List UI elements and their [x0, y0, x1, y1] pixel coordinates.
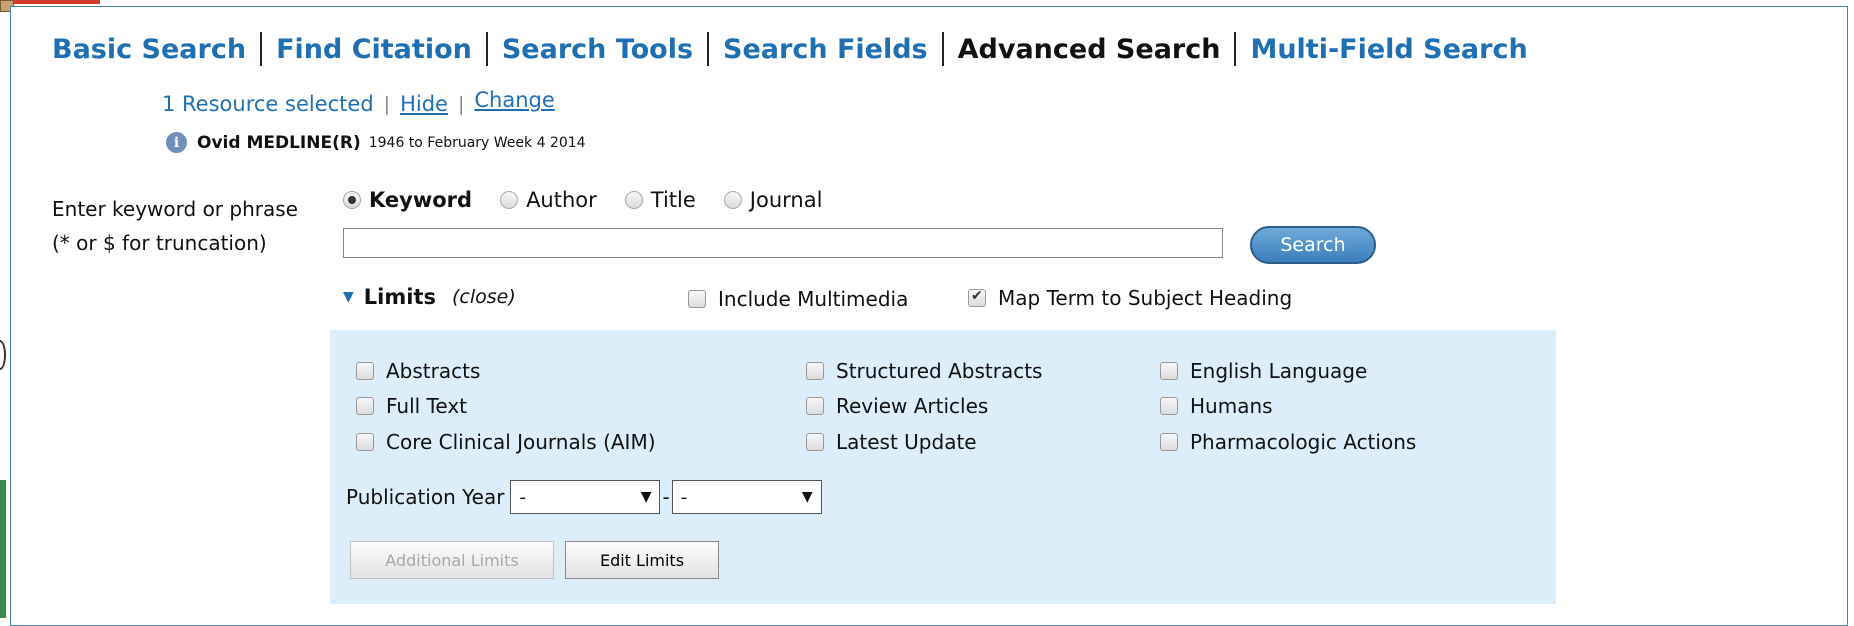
checkbox-icon[interactable]	[968, 288, 986, 307]
radio-label: Title	[650, 188, 696, 212]
limit-full-text[interactable]: Full Text	[356, 394, 467, 418]
limit-pharmacologic-actions[interactable]: Pharmacologic Actions	[1160, 430, 1416, 454]
resource-separator: |	[383, 93, 391, 115]
checkbox-label: Structured Abstracts	[836, 359, 1043, 383]
checkbox-icon[interactable]	[1160, 433, 1178, 451]
search-input[interactable]	[343, 228, 1223, 258]
left-window-edge-green	[0, 480, 6, 618]
resource-count: 1 Resource selected	[162, 92, 374, 116]
checkbox-icon[interactable]	[356, 397, 374, 415]
checkbox-label: Map Term to Subject Heading	[998, 286, 1293, 310]
radio-label: Journal	[749, 188, 823, 212]
tab-separator	[260, 32, 263, 66]
radio-button-icon[interactable]	[500, 191, 519, 209]
checkbox-label: Humans	[1190, 394, 1273, 418]
checkbox-icon[interactable]	[806, 433, 824, 451]
enter-keyword-label: Enter keyword or phrase	[52, 197, 298, 221]
tab-separator	[707, 32, 710, 66]
change-resource-link[interactable]: Change	[474, 88, 554, 112]
checkbox-label: Full Text	[386, 394, 468, 418]
checkbox-icon[interactable]	[688, 290, 706, 308]
checkbox-icon[interactable]	[1160, 397, 1178, 415]
tab-search-fields[interactable]: Search Fields	[723, 34, 928, 65]
search-mode-tabs: Basic Search Find Citation Search Tools …	[52, 30, 1528, 68]
year-from-value: -	[519, 486, 526, 508]
radio-button-icon[interactable]	[343, 191, 361, 209]
search-button[interactable]: Search	[1250, 226, 1376, 264]
checkbox-label: English Language	[1190, 359, 1368, 383]
resource-separator: |	[457, 93, 465, 115]
edit-limits-button[interactable]: Edit Limits	[565, 541, 719, 579]
checkbox-label: Include Multimedia	[718, 287, 909, 311]
radio-author[interactable]: Author	[500, 188, 597, 212]
search-instructions: Enter keyword or phrase (* or $ for trun…	[52, 192, 298, 260]
checkbox-label: Pharmacologic Actions	[1190, 430, 1417, 454]
include-multimedia-checkbox[interactable]: Include Multimedia	[688, 287, 908, 311]
database-info: i Ovid MEDLINE(R) 1946 to February Week …	[166, 132, 586, 153]
publication-year-row: Publication Year - ▼ - - ▼	[346, 480, 822, 514]
search-type-radios: Keyword Author Title Journal	[343, 188, 850, 212]
tab-basic-search[interactable]: Basic Search	[52, 34, 246, 65]
limit-core-clinical-journals[interactable]: Core Clinical Journals (AIM)	[356, 430, 656, 454]
resource-selection: 1 Resource selected | Hide | Change	[162, 88, 555, 116]
year-from-select[interactable]: - ▼	[510, 480, 661, 514]
limits-header: ▼ Limits (close)	[343, 285, 516, 309]
checkbox-icon[interactable]	[356, 433, 374, 451]
checkbox-icon[interactable]	[1160, 362, 1178, 380]
database-range: 1946 to February Week 4 2014	[368, 134, 586, 151]
limit-latest-update[interactable]: Latest Update	[806, 430, 977, 454]
additional-limits-button[interactable]: Additional Limits	[350, 541, 554, 579]
radio-label: Keyword	[369, 188, 473, 212]
dropdown-arrow-icon: ▼	[640, 489, 652, 505]
database-name: Ovid MEDLINE(R)	[197, 132, 361, 153]
year-to-select[interactable]: - ▼	[671, 480, 822, 514]
dropdown-arrow-icon: ▼	[801, 489, 813, 505]
year-to-value: -	[680, 486, 688, 508]
radio-button-icon[interactable]	[624, 191, 643, 209]
left-window-fragment	[0, 340, 6, 370]
tab-search-tools[interactable]: Search Tools	[502, 34, 693, 65]
radio-journal[interactable]: Journal	[723, 188, 823, 212]
limit-abstracts[interactable]: Abstracts	[356, 359, 480, 383]
checkbox-label: Review Articles	[836, 394, 989, 418]
truncation-hint: (* or $ for truncation)	[52, 231, 267, 255]
tab-find-citation[interactable]: Find Citation	[276, 34, 472, 65]
checkbox-icon[interactable]	[806, 362, 824, 380]
checkbox-icon[interactable]	[356, 362, 374, 380]
radio-keyword[interactable]: Keyword	[343, 188, 472, 212]
checkbox-label: Latest Update	[836, 430, 977, 454]
limit-structured-abstracts[interactable]: Structured Abstracts	[806, 359, 1042, 383]
radio-label: Author	[526, 188, 597, 212]
tab-separator	[941, 32, 944, 66]
tab-advanced-search[interactable]: Advanced Search	[958, 34, 1221, 65]
expand-triangle-icon[interactable]: ▼	[343, 289, 354, 305]
tab-multi-field-search[interactable]: Multi-Field Search	[1250, 34, 1527, 65]
tab-separator	[1234, 32, 1237, 66]
limits-title[interactable]: Limits	[364, 285, 436, 309]
checkbox-label: Abstracts	[386, 359, 481, 383]
info-icon[interactable]: i	[166, 132, 187, 153]
year-range-separator: -	[662, 485, 670, 509]
hide-resource-link[interactable]: Hide	[400, 92, 448, 116]
radio-button-icon[interactable]	[723, 191, 742, 209]
publication-year-label: Publication Year	[346, 485, 505, 509]
limits-close-link[interactable]: (close)	[452, 286, 516, 308]
limit-english-language[interactable]: English Language	[1160, 359, 1367, 383]
checkbox-icon[interactable]	[806, 397, 824, 415]
left-window-edge-red	[14, 0, 100, 4]
limit-humans[interactable]: Humans	[1160, 394, 1273, 418]
map-term-checkbox[interactable]: Map Term to Subject Heading	[968, 286, 1292, 310]
limit-review-articles[interactable]: Review Articles	[806, 394, 988, 418]
tab-separator	[485, 32, 488, 66]
checkbox-label: Core Clinical Journals (AIM)	[386, 430, 656, 454]
radio-title[interactable]: Title	[624, 188, 696, 212]
